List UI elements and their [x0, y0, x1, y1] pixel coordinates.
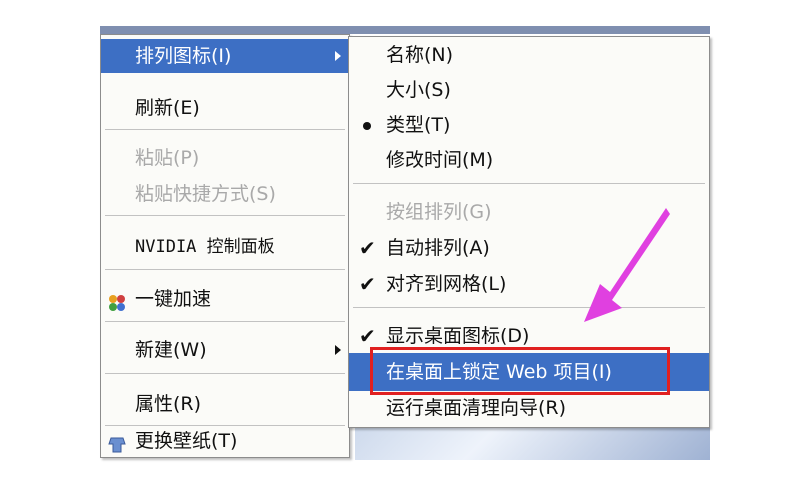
annotation-arrow-icon	[584, 208, 670, 322]
menu-separator	[105, 215, 345, 216]
menu-item-label: 粘贴快捷方式(S)	[135, 183, 276, 205]
submenu-item-modified-time[interactable]: 修改时间(M)	[349, 143, 709, 177]
menu-item-paste[interactable]: 粘贴(P)	[101, 141, 349, 175]
menu-item-nvidia-control-panel[interactable]: NVIDIA 控制面板	[101, 229, 349, 263]
checkmark-icon: ✔	[359, 272, 376, 296]
menu-item-label: 刷新(E)	[135, 97, 200, 119]
menu-item-label: 一键加速	[135, 288, 212, 310]
desktop-background-top	[100, 26, 710, 34]
submenu-item-cleanup-wizard[interactable]: 运行桌面清理向导(R)	[349, 391, 709, 425]
submenu-arrow-icon	[335, 345, 341, 355]
submenu-item-size[interactable]: 大小(S)	[349, 73, 709, 107]
speedup-icon	[107, 290, 127, 311]
menu-item-label: 类型(T)	[386, 114, 451, 136]
menu-item-arrange-icons[interactable]: 排列图标(I)	[101, 39, 349, 73]
menu-item-paste-shortcut[interactable]: 粘贴快捷方式(S)	[101, 177, 349, 211]
menu-item-label: 对齐到网格(L)	[386, 273, 507, 295]
menu-item-one-click-speedup[interactable]: 一键加速	[101, 282, 349, 316]
menu-item-label: 粘贴(P)	[135, 147, 200, 169]
menu-item-label: 按组排列(G)	[386, 201, 492, 223]
menu-item-label: 排列图标(I)	[135, 45, 232, 67]
menu-item-label: 大小(S)	[386, 79, 451, 101]
menu-separator	[105, 269, 345, 270]
menu-separator	[105, 129, 345, 130]
highlight-box	[370, 347, 670, 395]
menu-item-label: 修改时间(M)	[386, 149, 494, 171]
menu-item-new[interactable]: 新建(W)	[101, 333, 349, 367]
menu-item-refresh[interactable]: 刷新(E)	[101, 91, 349, 125]
menu-item-label: 属性(R)	[135, 393, 202, 415]
bullet-icon	[363, 122, 371, 130]
submenu-arrow-icon	[335, 51, 341, 61]
menu-item-label: 新建(W)	[135, 339, 207, 361]
menu-item-label: 自动排列(A)	[386, 237, 490, 259]
menu-item-properties[interactable]: 属性(R)	[101, 387, 349, 421]
wallpaper-icon	[107, 432, 127, 453]
menu-separator	[105, 321, 345, 322]
menu-item-change-wallpaper[interactable]: 更换壁纸(T)	[101, 424, 349, 458]
menu-item-label: 显示桌面图标(D)	[386, 325, 530, 347]
checkmark-icon: ✔	[359, 236, 376, 260]
menu-separator	[105, 373, 345, 374]
submenu-item-type[interactable]: 类型(T)	[349, 108, 709, 142]
submenu-item-name[interactable]: 名称(N)	[349, 38, 709, 72]
menu-item-label: 名称(N)	[386, 44, 454, 66]
menu-item-label: NVIDIA 控制面板	[135, 237, 275, 257]
menu-item-label: 更换壁纸(T)	[135, 430, 238, 452]
menu-separator	[353, 183, 705, 184]
menu-item-label: 运行桌面清理向导(R)	[386, 397, 567, 419]
desktop-context-menu: 排列图标(I) 刷新(E) 粘贴(P) 粘贴快捷方式(S) NVIDIA 控制面…	[100, 34, 350, 458]
